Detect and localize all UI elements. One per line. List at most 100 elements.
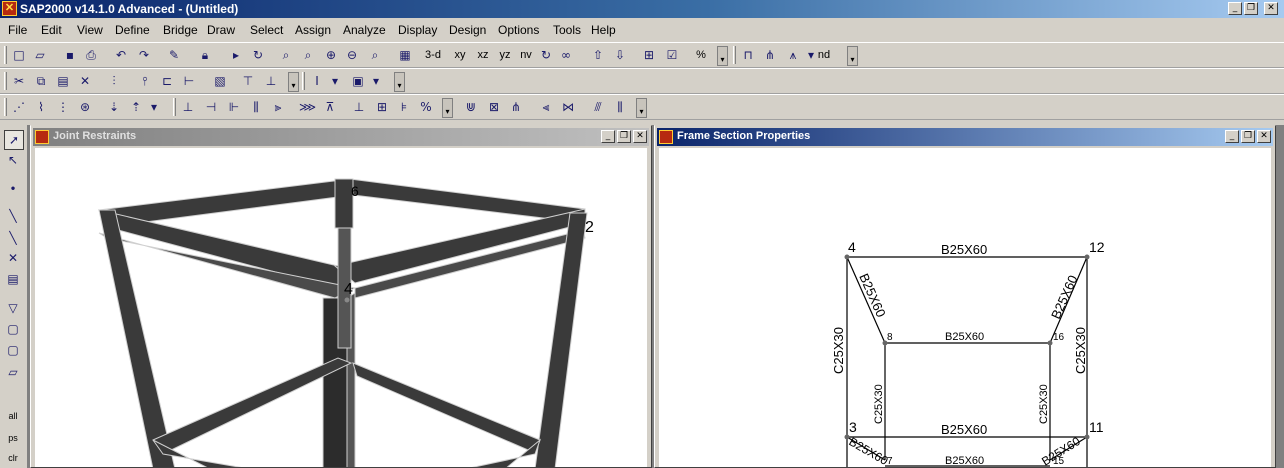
toolbar-grip[interactable] — [4, 98, 7, 116]
paste-icon[interactable]: ▤ — [55, 72, 71, 90]
toolbar-overflow-chevron[interactable]: ▾ — [394, 72, 405, 92]
frame-sections-icon[interactable]: ⊥ — [180, 98, 196, 116]
close-window-button[interactable]: ✕ — [1264, 2, 1278, 15]
joint-restraints-icon[interactable]: ⋰ — [11, 98, 27, 116]
2d-elevation-view[interactable]: 4 12 8 16 3 11 7 15 B25X60 B25X60 B25X60… — [659, 148, 1271, 467]
maximize-window-button[interactable]: ❐ — [617, 130, 631, 143]
menu-draw[interactable]: Draw — [207, 23, 235, 37]
zoom-in-icon[interactable]: ⊕ — [323, 46, 339, 64]
previous-select-button[interactable]: ps — [4, 429, 22, 447]
menu-edit[interactable]: Edit — [41, 23, 62, 37]
zoom-previous-icon[interactable]: ⌕ — [367, 46, 383, 64]
view-nv-button[interactable]: nv — [518, 46, 534, 64]
section-dropdown-icon[interactable]: ▾ — [327, 72, 343, 90]
toolbar-grip[interactable] — [173, 98, 176, 116]
join-frames-icon[interactable]: ⊏ — [159, 72, 175, 90]
restore-window-button[interactable]: ❐ — [1244, 2, 1258, 15]
maximize-window-button[interactable]: ❐ — [1241, 130, 1255, 143]
frame-template-icon[interactable]: ⩚ — [785, 46, 801, 64]
menu-analyze[interactable]: Analyze — [343, 23, 386, 37]
joint-springs-icon[interactable]: ⌇ — [33, 98, 49, 116]
area-mesh-icon[interactable]: ⊠ — [486, 98, 502, 116]
menu-display[interactable]: Display — [398, 23, 437, 37]
minimize-window-button[interactable]: _ — [601, 130, 615, 143]
toolbar-overflow-chevron[interactable]: ▾ — [636, 98, 647, 118]
toolbar-overflow-chevron[interactable]: ▾ — [442, 98, 453, 118]
toolbar-grip[interactable] — [4, 72, 7, 90]
menu-file[interactable]: File — [8, 23, 27, 37]
divide-frames-icon[interactable]: ⫯ — [137, 72, 153, 90]
clear-select-button[interactable]: clr — [4, 449, 22, 467]
draw-frame-icon[interactable]: ╲ — [4, 207, 22, 225]
area-sections-icon[interactable]: ⋓ — [463, 98, 479, 116]
toolbar-overflow-chevron[interactable]: ▾ — [847, 46, 858, 66]
link-properties-icon[interactable]: ⫷ — [538, 98, 554, 116]
copy-icon[interactable]: ⧉ — [33, 72, 49, 90]
toolbar-grip[interactable] — [733, 46, 736, 64]
frame-member[interactable] — [352, 362, 541, 454]
area-loads-icon[interactable]: ⋔ — [508, 98, 524, 116]
frame-portal-icon[interactable]: ⊓ — [740, 46, 756, 64]
extend-frames-icon[interactable]: ▧ — [212, 72, 228, 90]
frame-truss-icon[interactable]: ⋔ — [762, 46, 778, 64]
section-cut-icon[interactable]: Ⅰ — [309, 72, 325, 90]
frame-end-offsets-icon[interactable]: ⊩ — [226, 98, 242, 116]
frame-member[interactable] — [98, 209, 176, 467]
draw-rect-area-icon[interactable]: ▢ — [4, 320, 22, 338]
perspective-glasses-icon[interactable]: ∞ — [558, 46, 574, 64]
frame-output-stations-icon[interactable]: ⫼ — [248, 98, 264, 116]
zoom-extents-icon[interactable]: ⌕ — [300, 46, 316, 64]
frame-section-properties-window[interactable]: Frame Section Properties _ ❐ ✕ 4 12 8 16… — [654, 125, 1276, 468]
menu-design[interactable]: Design — [449, 23, 486, 37]
replicate-icon[interactable]: ⫶ — [106, 72, 122, 90]
trim-frames-icon[interactable]: ⊢ — [181, 72, 197, 90]
set-display-options-icon[interactable]: ☑ — [664, 46, 680, 64]
frame-distributed-load-icon[interactable]: ⋙ — [299, 98, 316, 116]
pencil-icon[interactable]: ✎ — [166, 46, 182, 64]
joint-restraints-titlebar[interactable]: Joint Restraints _ ❐ ✕ — [33, 128, 649, 146]
select-all-button[interactable]: all — [4, 407, 22, 425]
frame-member[interactable] — [534, 212, 588, 467]
zoom-window-icon[interactable]: ⌕ — [278, 46, 294, 64]
quick-draw-frame-icon[interactable]: ╲ — [4, 229, 22, 247]
joint-masses-icon[interactable]: ⊛ — [77, 98, 93, 116]
toolbar-overflow-chevron[interactable]: ▾ — [717, 46, 728, 66]
joint-restraints-window[interactable]: Joint Restraints _ ❐ ✕ 6 2 4 — [30, 125, 652, 468]
sap2000-app-icon[interactable]: ✕ — [2, 1, 17, 16]
joint-marker[interactable] — [844, 254, 850, 260]
move-down-icon[interactable]: ⇩ — [612, 46, 628, 64]
window-icon[interactable] — [35, 130, 49, 144]
forces-diagram-icon[interactable]: ⊞ — [374, 98, 390, 116]
toolbar-grip[interactable] — [302, 72, 305, 90]
deformed-shape-icon[interactable]: ⊥ — [351, 98, 367, 116]
fraction-button[interactable]: % — [693, 46, 709, 64]
lock-icon[interactable]: 🔒︎ — [197, 46, 213, 64]
undo-icon[interactable]: ↶ — [113, 46, 129, 64]
toolbar-grip[interactable] — [4, 46, 7, 64]
toolbar-overflow-chevron[interactable]: ▾ — [288, 72, 299, 92]
move-up-icon[interactable]: ⇧ — [590, 46, 606, 64]
frame-section-properties-titlebar[interactable]: Frame Section Properties _ ❐ ✕ — [657, 128, 1273, 146]
view-3d-button[interactable]: 3-d — [425, 46, 441, 64]
joint-dropdown-icon[interactable]: ▾ — [146, 98, 162, 116]
view-xz-button[interactable]: xz — [475, 46, 491, 64]
menu-help[interactable]: Help — [591, 23, 616, 37]
3d-model-view[interactable]: 6 2 4 — [35, 148, 647, 467]
window-icon[interactable] — [659, 130, 673, 144]
stress-diagram-icon[interactable]: ⊧ — [396, 98, 412, 116]
menu-define[interactable]: Define — [115, 23, 150, 37]
save-icon[interactable]: ▪ — [62, 46, 78, 64]
nd-button[interactable]: nd — [816, 46, 832, 64]
menu-bridge[interactable]: Bridge — [163, 23, 198, 37]
menu-view[interactable]: View — [77, 23, 103, 37]
frame-point-load-icon[interactable]: ⊼ — [322, 98, 338, 116]
minimize-window-button[interactable]: _ — [1228, 2, 1242, 15]
print-icon[interactable]: ⎙ — [83, 46, 99, 64]
rotate-icon[interactable]: ↻ — [250, 46, 266, 64]
frame-member[interactable] — [98, 209, 357, 289]
menu-select[interactable]: Select — [250, 23, 283, 37]
reshape-pointer-icon[interactable]: ↖ — [4, 151, 22, 169]
align-points-icon[interactable]: ⊤ — [240, 72, 256, 90]
menu-tools[interactable]: Tools — [553, 23, 581, 37]
view-xy-button[interactable]: xy — [452, 46, 468, 64]
